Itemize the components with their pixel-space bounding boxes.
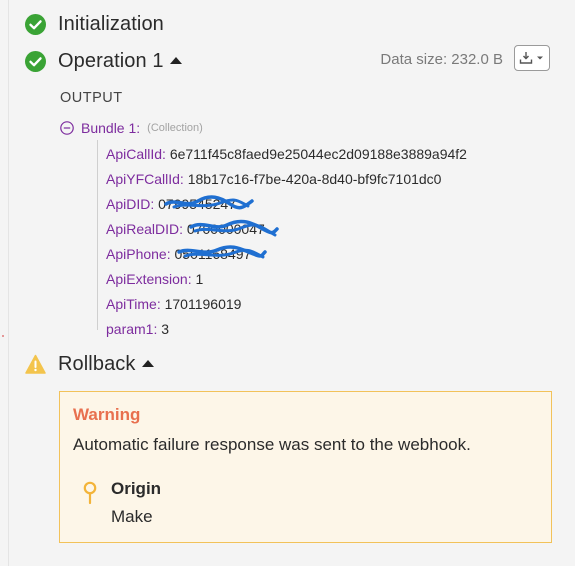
bundle-item-value[interactable]: 0501168497 [175, 246, 252, 262]
bundle-item-key: ApiTime: [106, 296, 161, 312]
warning-box: Warning Automatic failure response was s… [59, 391, 552, 543]
bundle-item: ApiTime: 1701196019 [106, 296, 241, 312]
bundle-item-key: ApiCallId: [106, 146, 166, 162]
bundle-row[interactable]: Bundle 1: (Collection) [60, 120, 203, 136]
bundle-item: ApiPhone: 0501168497 [106, 246, 251, 262]
caret-up-icon[interactable] [169, 57, 182, 64]
execution-detail-panel: Initialization Operation 1 Data size: 23… [8, 0, 573, 566]
check-circle-icon [25, 51, 46, 72]
chevron-down-icon [537, 56, 543, 60]
download-icon [519, 52, 543, 64]
check-circle-icon [25, 14, 46, 35]
bundle-item: param1: 3 [106, 321, 169, 337]
output-label: OUTPUT [60, 90, 123, 106]
warning-message: Automatic failure response was sent to t… [73, 435, 471, 454]
bundle-item-value[interactable]: 1701196019 [165, 296, 242, 312]
bundle-item-key: ApiPhone: [106, 246, 171, 262]
bundle-item: ApiExtension: 1 [106, 271, 203, 287]
rollback-title: Rollback [58, 353, 136, 375]
bundle-item: ApiCallId: 6e711f45c8faed9e25044ec2d0918… [106, 146, 467, 162]
bundle-type: (Collection) [147, 122, 203, 134]
tree-guide-line [97, 140, 98, 330]
bundle-item: ApiYFCallId: 18b17c16-f7be-420a-8d40-bf9… [106, 171, 441, 187]
bundle-item-key: ApiYFCallId: [106, 171, 184, 187]
pin-icon [83, 481, 97, 505]
download-button[interactable] [514, 45, 550, 71]
warning-title: Warning [73, 405, 141, 424]
bundle-item-key: ApiRealDID: [106, 221, 184, 237]
caret-up-icon[interactable] [141, 360, 154, 367]
bundle-item-value[interactable]: 1 [196, 271, 204, 287]
bundle-item-value[interactable]: 0799545247 [158, 196, 236, 212]
initialization-row[interactable]: Initialization [25, 13, 164, 36]
bundle-item-value[interactable]: 18b17c16-f7be-420a-8d40-bf9fc7101dc0 [188, 171, 442, 187]
operation-row[interactable]: Operation 1 [25, 50, 182, 73]
origin-value: Make [111, 507, 153, 526]
warning-triangle-icon [25, 354, 46, 374]
minus-circle-icon[interactable] [60, 121, 74, 135]
bundle-item-key: ApiDID: [106, 196, 155, 212]
bundle-item-key: param1: [106, 321, 158, 337]
operation-title: Operation 1 [58, 50, 164, 72]
bundle-item-value[interactable]: 0700000047 [187, 221, 265, 237]
bundle-item: ApiDID: 0799545247 [106, 196, 236, 212]
edge-marker [2, 335, 4, 337]
initialization-title: Initialization [58, 13, 164, 35]
origin-title: Origin [111, 479, 162, 498]
data-size-label: Data size: 232.0 B [380, 51, 503, 68]
rollback-row[interactable]: Rollback [25, 353, 154, 376]
bundle-item-key: ApiExtension: [106, 271, 192, 287]
bundle-item-value[interactable]: 6e711f45c8faed9e25044ec2d09188e3889a94f2 [170, 146, 467, 162]
bundle-item: ApiRealDID: 0700000047 [106, 221, 265, 237]
bundle-label: Bundle 1: [81, 120, 141, 136]
bundle-item-value[interactable]: 3 [161, 321, 169, 337]
